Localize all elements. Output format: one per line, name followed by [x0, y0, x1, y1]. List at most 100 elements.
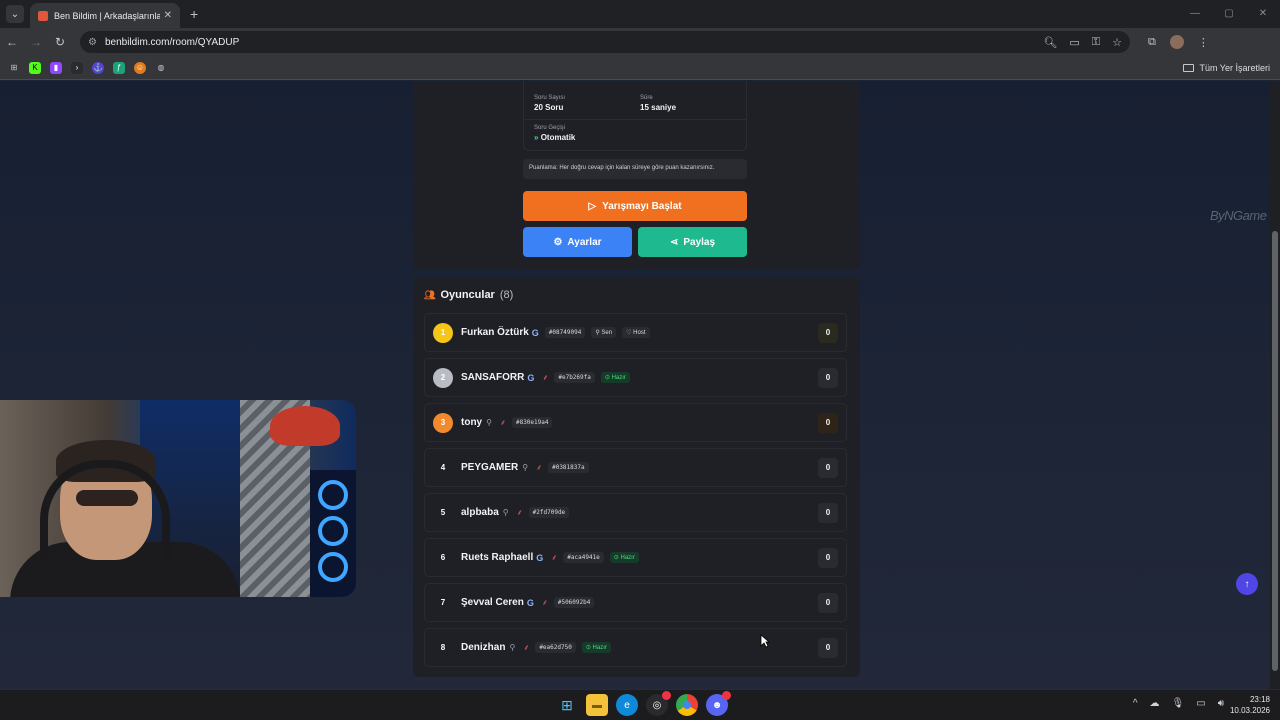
- ready-badge: ⊙ Hazır: [581, 642, 611, 653]
- host-badge: ♡ Host: [622, 327, 650, 338]
- share-button[interactable]: ⋖ Paylaş: [638, 227, 747, 257]
- start-quiz-button[interactable]: ▷ Yarışmayı Başlat: [523, 191, 747, 221]
- webcam-pc-case: [310, 470, 356, 597]
- address-bar[interactable]: ⚙ benbildim.com/room/QYADUP 🔍︎ ▭ ⚿ ☆: [80, 31, 1130, 53]
- player-name: Ruets Raphaell: [461, 552, 534, 563]
- discord-icon[interactable]: ☻: [706, 691, 731, 716]
- bookmark-icon-4[interactable]: ⚓: [92, 61, 104, 74]
- player-row: 1 Furkan Öztürk G #08749094 ⚲ Sen ♡ Host…: [424, 313, 847, 352]
- display-icon[interactable]: ▭: [1196, 698, 1205, 709]
- bookmark-icon-5[interactable]: ƒ: [113, 61, 125, 74]
- player-rank: 6: [440, 553, 446, 562]
- close-window-icon[interactable]: ✕: [1246, 0, 1280, 28]
- player-tag: #0381837a: [548, 462, 589, 473]
- chrome-center: [683, 701, 691, 709]
- player-row: 6 Ruets Raphaell G ⸙ #aca4941e ⊙ Hazır 0: [424, 538, 847, 577]
- minimize-icon[interactable]: —: [1178, 0, 1212, 28]
- avatar-doodle-icon: ⸙: [523, 643, 530, 652]
- player-name: alpbaba: [461, 507, 499, 518]
- player-row: 4 PEYGAMER ⚲ ⸙ #0381837a 0: [424, 448, 847, 487]
- profile-avatar[interactable]: [1169, 35, 1184, 49]
- volume-icon[interactable]: 🔊︎: [1218, 698, 1224, 709]
- password-key-icon[interactable]: ⚿: [1092, 36, 1100, 49]
- cast-icon[interactable]: ▭: [1069, 36, 1079, 49]
- reload-icon[interactable]: ↻: [48, 35, 72, 49]
- avatar-doodle-icon: ⸙: [551, 553, 558, 562]
- player-score: 0: [818, 322, 838, 343]
- pc-fan: [318, 516, 348, 546]
- ready-label: Hazır: [620, 555, 635, 561]
- avatar-doodle-icon: ⸙: [541, 598, 548, 607]
- bookmark-icon-6[interactable]: ☺: [134, 61, 146, 74]
- prompt-bookmark-icon[interactable]: ›: [71, 61, 83, 74]
- settings-button[interactable]: ⚙ Ayarlar: [523, 227, 632, 257]
- scroll-to-top-button[interactable]: ↑: [1236, 573, 1258, 595]
- gear-icon: ⚙: [553, 236, 563, 248]
- player-name: tony: [461, 417, 483, 428]
- player-score: 0: [818, 457, 838, 478]
- back-icon[interactable]: ←: [0, 35, 24, 49]
- chrome-icon[interactable]: [676, 694, 698, 716]
- bookmark-star-icon[interactable]: ☆: [1112, 36, 1122, 49]
- scrollbar-thumb[interactable]: [1272, 231, 1278, 671]
- taskbar-apps: ⊞ ▬ e ◎ ☻: [556, 691, 731, 716]
- google-icon: G: [531, 327, 539, 338]
- globe-bookmark-icon[interactable]: ◍: [155, 62, 167, 74]
- apps-grid-icon[interactable]: ⊞: [8, 62, 20, 74]
- users-icon: 👥︎: [424, 289, 436, 300]
- folder-icon: [1183, 63, 1195, 72]
- zoom-icon[interactable]: 🔍︎: [1043, 36, 1057, 49]
- clock-time: 23:18: [1249, 695, 1270, 704]
- avatar-doodle-icon: ⸙: [542, 373, 549, 382]
- browser-tab-active[interactable]: Ben Bildim | Arkadaşlarınla Onli ✕: [30, 3, 180, 28]
- all-bookmarks[interactable]: Tüm Yer İşaretleri: [1183, 63, 1270, 73]
- windows-taskbar: ⊞ ▬ e ◎ ☻ ^ ☁ 🎙︎ ▭ 🔊︎ 23:18 10.03.2026: [0, 689, 1280, 720]
- player-row: 5 alpbaba ⚲ ⸙ #2fd709de 0: [424, 493, 847, 532]
- maximize-icon[interactable]: ▢: [1212, 0, 1246, 28]
- player-row: 2 SANSAFORR G ⸙ #e7b269fa ⊙ Hazır 0: [424, 358, 847, 397]
- avatar-doodle-icon: ⸙: [536, 463, 543, 472]
- extensions-icon[interactable]: ⧉: [1148, 36, 1156, 49]
- player-name: Denizhan: [461, 642, 506, 653]
- new-tab-icon[interactable]: +: [190, 6, 198, 22]
- tab-search-icon[interactable]: ⌄: [6, 5, 24, 23]
- tab-close-icon[interactable]: ✕: [164, 10, 172, 21]
- obs-icon[interactable]: ◎: [646, 691, 671, 716]
- clock-date: 10.03.2026: [1229, 706, 1270, 715]
- page-scrollbar[interactable]: [1270, 81, 1280, 689]
- twitch-bookmark-icon[interactable]: ▮: [50, 61, 62, 74]
- pc-fan: [318, 480, 348, 510]
- guest-user-icon: ⚲: [486, 418, 492, 427]
- browser-menu-icon[interactable]: ⋮: [1198, 36, 1209, 49]
- transition-label: Soru Geçişi: [534, 125, 566, 131]
- window-controls: — ▢ ✕: [1178, 0, 1280, 28]
- ready-badge: ⊙ Hazır: [609, 552, 639, 563]
- user-icon: ⚲: [595, 330, 600, 336]
- player-name: SANSAFORR: [461, 372, 525, 383]
- tab-title: Ben Bildim | Arkadaşlarınla Onli: [54, 10, 160, 21]
- start-menu-icon[interactable]: ⊞: [556, 694, 578, 716]
- system-clock[interactable]: 23:18 10.03.2026: [1230, 694, 1270, 716]
- tray-overflow-icon[interactable]: ^: [1133, 698, 1138, 709]
- transition-value-row: » Otomatik: [534, 133, 575, 142]
- player-name: Furkan Öztürk: [461, 327, 529, 338]
- site-info-icon[interactable]: ⚙: [88, 37, 97, 48]
- omnibox-actions: 🔍︎ ▭ ⚿ ☆: [1043, 36, 1122, 49]
- browser-tab-bar: ⌄ Ben Bildim | Arkadaşlarınla Onli ✕ + —…: [0, 0, 1280, 28]
- kick-bookmark-icon[interactable]: K: [29, 61, 41, 74]
- players-title: Oyuncular: [440, 289, 495, 301]
- forward-icon[interactable]: →: [24, 35, 48, 49]
- microphone-icon[interactable]: 🎙︎: [1172, 698, 1185, 709]
- player-score: 0: [818, 592, 838, 613]
- room-settings-card: Soru Sayısı 20 Soru Süre 15 saniye Soru …: [413, 81, 860, 269]
- onedrive-icon[interactable]: ☁: [1150, 698, 1160, 709]
- scoring-note: Puanlama: Her doğru cevap için kalan sür…: [523, 159, 747, 179]
- player-tag: #e7b269fa: [554, 372, 595, 383]
- check-circle-icon: ⊙: [604, 375, 610, 381]
- player-rank: 5: [440, 508, 446, 517]
- transition-value: Otomatik: [540, 133, 576, 142]
- file-explorer-icon[interactable]: ▬: [586, 694, 608, 716]
- player-row: 7 Şevval Ceren G ⸙ #506092b4 0: [424, 583, 847, 622]
- host-label: Host: [633, 330, 646, 336]
- edge-browser-icon[interactable]: e: [616, 694, 638, 716]
